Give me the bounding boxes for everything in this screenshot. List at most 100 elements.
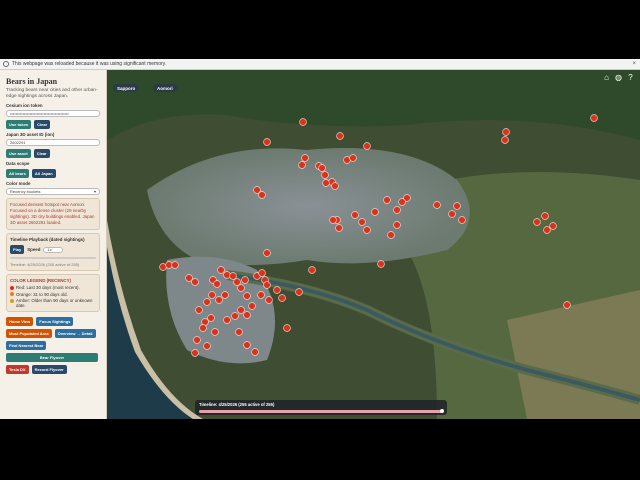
bear-marker[interactable] — [215, 296, 223, 304]
bear-marker[interactable] — [453, 202, 461, 210]
bear-marker[interactable] — [223, 271, 231, 279]
bear-marker[interactable] — [213, 280, 221, 288]
bear-marker[interactable] — [301, 154, 309, 162]
bear-marker[interactable] — [171, 261, 179, 269]
find-nearest-button[interactable]: Find Nearest Bear — [6, 341, 47, 350]
color-mode-select[interactable]: Recency buckets ▾ — [6, 188, 100, 195]
bear-marker[interactable] — [203, 342, 211, 350]
map-canvas[interactable] — [107, 70, 640, 419]
home-view-button[interactable]: Home View — [6, 317, 34, 326]
bear-marker[interactable] — [195, 306, 203, 314]
bear-marker[interactable] — [321, 171, 329, 179]
bear-marker[interactable] — [211, 328, 219, 336]
bear-marker[interactable] — [258, 269, 266, 277]
bear-marker[interactable] — [393, 221, 401, 229]
bear-marker[interactable] — [217, 266, 225, 274]
bear-marker[interactable] — [533, 218, 541, 226]
bear-marker[interactable] — [398, 198, 406, 206]
bear-marker[interactable] — [363, 142, 371, 150]
bear-marker[interactable] — [349, 154, 357, 162]
asset-id-input[interactable]: 2602291 — [6, 139, 100, 146]
bear-marker[interactable] — [336, 132, 344, 140]
bear-marker[interactable] — [208, 291, 216, 299]
bear-marker[interactable] — [322, 179, 330, 187]
record-flyover-button[interactable]: Record Flyover — [31, 365, 67, 374]
bear-marker[interactable] — [549, 222, 557, 230]
help-icon[interactable]: ? — [626, 73, 635, 82]
scope-all-bears-button[interactable]: All bears — [6, 169, 29, 178]
bear-marker[interactable] — [448, 210, 456, 218]
use-asset-button[interactable]: Use asset — [6, 149, 31, 158]
bear-marker[interactable] — [387, 231, 395, 239]
focus-sightings-button[interactable]: Focus Sightings — [36, 317, 74, 326]
bear-marker[interactable] — [563, 301, 571, 309]
bear-marker[interactable] — [363, 226, 371, 234]
bear-marker[interactable] — [377, 260, 385, 268]
play-button[interactable]: Play — [10, 245, 25, 254]
bear-marker[interactable] — [193, 336, 201, 344]
bear-marker[interactable] — [251, 348, 259, 356]
overview-detail-button[interactable]: Overview → Detail — [54, 329, 96, 338]
bear-marker[interactable] — [458, 216, 466, 224]
scope-all-japan-button[interactable]: All Japan — [31, 169, 56, 178]
bear-marker[interactable] — [541, 212, 549, 220]
bear-marker[interactable] — [185, 274, 193, 282]
bear-marker[interactable] — [221, 291, 229, 299]
bear-marker[interactable] — [502, 128, 510, 136]
bear-marker[interactable] — [265, 296, 273, 304]
timeline-slider[interactable] — [10, 257, 96, 259]
bear-marker[interactable] — [237, 306, 245, 314]
bear-marker[interactable] — [335, 224, 343, 232]
bear-marker[interactable] — [203, 298, 211, 306]
bear-marker[interactable] — [371, 208, 379, 216]
bear-marker[interactable] — [243, 311, 251, 319]
bear-marker[interactable] — [233, 278, 241, 286]
bear-marker[interactable] — [243, 341, 251, 349]
bear-marker[interactable] — [433, 201, 441, 209]
bear-marker[interactable] — [263, 249, 271, 257]
bear-marker[interactable] — [263, 138, 271, 146]
bear-marker[interactable] — [590, 114, 598, 122]
home-icon[interactable]: ⌂ — [602, 73, 611, 82]
bear-marker[interactable] — [501, 136, 509, 144]
bear-marker[interactable] — [308, 266, 316, 274]
bear-flyover-button[interactable]: Bear Flyover — [6, 353, 98, 362]
clear-asset-button[interactable]: Clear — [33, 149, 50, 158]
bear-marker[interactable] — [298, 161, 306, 169]
bear-marker[interactable] — [235, 328, 243, 336]
bear-marker[interactable] — [393, 206, 401, 214]
bear-marker[interactable] — [248, 302, 256, 310]
speed-select[interactable]: 1x — [43, 246, 64, 253]
bear-marker[interactable] — [257, 291, 265, 299]
bear-marker[interactable] — [263, 281, 271, 289]
most-populated-button[interactable]: Most Populated Area — [6, 329, 52, 338]
tesla-dx-button[interactable]: Tesla DX — [6, 365, 29, 374]
bear-marker[interactable] — [229, 272, 237, 280]
bear-marker[interactable] — [191, 278, 199, 286]
bear-marker[interactable] — [358, 218, 366, 226]
map-timeline-slider[interactable] — [199, 410, 443, 413]
bear-marker[interactable] — [543, 226, 551, 234]
bear-marker[interactable] — [199, 324, 207, 332]
map-timeline-knob[interactable] — [440, 409, 444, 413]
bear-marker[interactable] — [223, 316, 231, 324]
bear-marker[interactable] — [191, 349, 199, 357]
bear-marker[interactable] — [283, 324, 291, 332]
bear-marker[interactable] — [243, 292, 251, 300]
globe-icon[interactable]: ◍ — [614, 73, 623, 82]
bear-marker[interactable] — [273, 286, 281, 294]
bear-marker[interactable] — [299, 118, 307, 126]
bear-marker[interactable] — [278, 294, 286, 302]
bear-marker[interactable] — [331, 182, 339, 190]
bear-marker[interactable] — [329, 216, 337, 224]
map-view[interactable]: Sapporo Aomori ⌂ ◍ ? Timeline: 4/25/2026… — [107, 70, 640, 419]
bear-marker[interactable] — [253, 186, 261, 194]
bear-marker[interactable] — [295, 288, 303, 296]
bear-marker[interactable] — [237, 284, 245, 292]
clear-token-button[interactable]: Clear — [34, 120, 51, 129]
bear-marker[interactable] — [207, 314, 215, 322]
close-icon[interactable]: × — [632, 61, 636, 67]
bear-marker[interactable] — [231, 312, 239, 320]
use-token-button[interactable]: Use token — [6, 120, 32, 129]
bear-marker[interactable] — [383, 196, 391, 204]
